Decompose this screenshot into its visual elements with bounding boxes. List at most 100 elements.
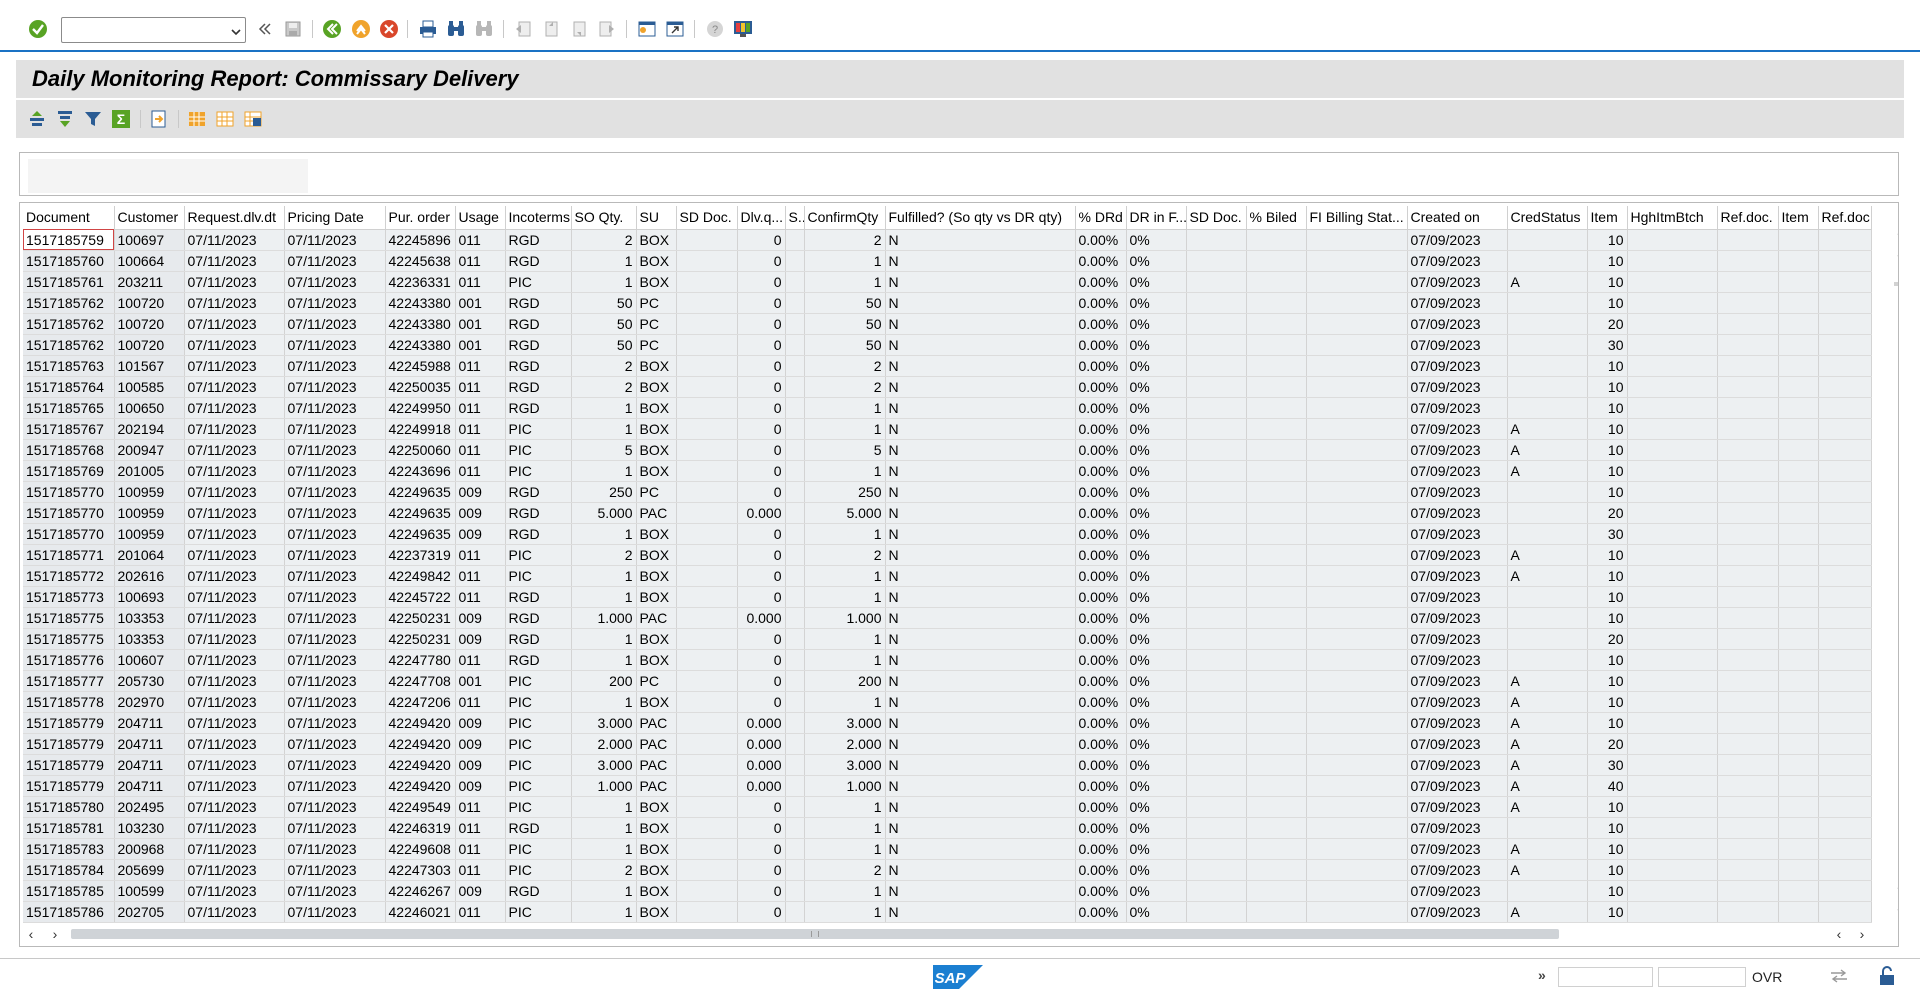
table-cell[interactable]: 1517185770 <box>23 502 115 524</box>
enter-icon[interactable] <box>27 18 49 40</box>
table-cell[interactable] <box>1186 502 1247 524</box>
table-cell[interactable]: PAC <box>636 775 677 797</box>
table-row[interactable]: 1517185770 100959 07/11/2023 07/11/2023 4224… <box>23 481 1872 503</box>
table-cell[interactable]: 0% <box>1126 292 1187 314</box>
table-cell[interactable] <box>1627 817 1718 839</box>
table-cell[interactable]: 103230 <box>114 817 185 839</box>
table-cell[interactable] <box>1778 460 1819 482</box>
table-cell[interactable] <box>1186 712 1247 734</box>
customize-layout-icon[interactable] <box>732 18 754 40</box>
table-cell[interactable]: PAC <box>636 754 677 776</box>
table-cell[interactable]: 10 <box>1587 901 1628 923</box>
table-cell[interactable]: N <box>885 418 1076 440</box>
table-cell[interactable]: 10 <box>1587 418 1628 440</box>
table-cell[interactable] <box>1507 649 1588 671</box>
table-cell[interactable] <box>1778 712 1819 734</box>
sort-descending-icon[interactable] <box>54 108 76 130</box>
table-cell[interactable]: 07/09/2023 <box>1407 460 1508 482</box>
table-cell[interactable] <box>1818 817 1872 839</box>
table-cell[interactable] <box>785 838 805 860</box>
column-header[interactable]: Pur. order <box>385 206 456 230</box>
table-cell[interactable] <box>785 586 805 608</box>
table-cell[interactable]: 07/09/2023 <box>1407 397 1508 419</box>
table-cell[interactable]: 42246021 <box>385 901 456 923</box>
table-cell[interactable]: 009 <box>455 712 506 734</box>
table-cell[interactable] <box>676 565 738 587</box>
table-cell[interactable]: 07/11/2023 <box>184 607 285 629</box>
table-cell[interactable]: 07/11/2023 <box>284 712 386 734</box>
table-cell[interactable]: 1517185770 <box>23 523 115 545</box>
table-row[interactable]: 1517185785 100599 07/11/2023 07/11/2023 4224… <box>23 880 1872 902</box>
table-cell[interactable]: 07/11/2023 <box>184 544 285 566</box>
table-cell[interactable]: 1517185780 <box>23 796 115 818</box>
table-cell[interactable] <box>1818 481 1872 503</box>
table-cell[interactable]: 0.00% <box>1075 523 1127 545</box>
table-cell[interactable]: 0% <box>1126 481 1187 503</box>
table-cell[interactable]: 0% <box>1126 733 1187 755</box>
table-cell[interactable]: 1517185764 <box>23 376 115 398</box>
table-cell[interactable] <box>1717 586 1779 608</box>
table-cell[interactable]: 011 <box>455 439 506 461</box>
column-header[interactable]: Fulfilled? (So qty vs DR qty) <box>885 206 1076 230</box>
table-row[interactable]: 1517185779 204711 07/11/2023 07/11/2023 4224… <box>23 733 1872 755</box>
table-cell[interactable] <box>1778 313 1819 335</box>
table-cell[interactable] <box>1246 418 1307 440</box>
table-cell[interactable]: RGD <box>505 817 572 839</box>
table-cell[interactable]: 07/09/2023 <box>1407 649 1508 671</box>
table-cell[interactable] <box>676 271 738 293</box>
table-cell[interactable] <box>1778 796 1819 818</box>
table-cell[interactable] <box>1306 817 1408 839</box>
table-cell[interactable]: 0 <box>737 250 786 272</box>
table-cell[interactable]: 202705 <box>114 901 185 923</box>
table-cell[interactable]: PC <box>636 481 677 503</box>
table-row[interactable]: 1517185770 100959 07/11/2023 07/11/2023 4224… <box>23 502 1872 524</box>
table-cell[interactable]: N <box>885 628 1076 650</box>
table-cell[interactable]: BOX <box>636 271 677 293</box>
table-cell[interactable]: PAC <box>636 502 677 524</box>
table-cell[interactable]: 42249549 <box>385 796 456 818</box>
table-cell[interactable]: 10 <box>1587 586 1628 608</box>
table-cell[interactable]: 42247780 <box>385 649 456 671</box>
table-row[interactable]: 1517185762 100720 07/11/2023 07/11/2023 4224… <box>23 292 1872 314</box>
table-cell[interactable]: N <box>885 460 1076 482</box>
table-cell[interactable] <box>1717 439 1779 461</box>
table-cell[interactable]: 0 <box>737 586 786 608</box>
table-cell[interactable] <box>1818 292 1872 314</box>
table-cell[interactable]: 1517185770 <box>23 481 115 503</box>
table-cell[interactable] <box>1627 250 1718 272</box>
table-cell[interactable] <box>676 691 738 713</box>
table-cell[interactable] <box>676 628 738 650</box>
table-cell[interactable] <box>1507 817 1588 839</box>
table-cell[interactable]: RGD <box>505 397 572 419</box>
table-cell[interactable]: 07/11/2023 <box>184 334 285 356</box>
table-cell[interactable] <box>1306 796 1408 818</box>
table-cell[interactable] <box>1246 586 1307 608</box>
column-header[interactable]: ConfirmQty <box>804 206 886 230</box>
table-cell[interactable] <box>1717 355 1779 377</box>
table-cell[interactable]: PIC <box>505 712 572 734</box>
table-cell[interactable]: 10 <box>1587 691 1628 713</box>
table-cell[interactable]: 42246267 <box>385 880 456 902</box>
table-cell[interactable] <box>1627 565 1718 587</box>
table-cell[interactable] <box>785 817 805 839</box>
table-cell[interactable]: N <box>885 649 1076 671</box>
table-cell[interactable]: PIC <box>505 859 572 881</box>
table-cell[interactable] <box>676 901 738 923</box>
table-cell[interactable] <box>1818 796 1872 818</box>
column-header[interactable]: S... <box>785 206 805 230</box>
table-cell[interactable]: PIC <box>505 544 572 566</box>
table-cell[interactable]: 0 <box>737 565 786 587</box>
table-cell[interactable]: 07/11/2023 <box>184 649 285 671</box>
table-cell[interactable]: 0% <box>1126 901 1187 923</box>
table-cell[interactable] <box>1306 628 1408 650</box>
table-cell[interactable]: 1 <box>804 397 886 419</box>
table-cell[interactable]: 001 <box>455 292 506 314</box>
table-cell[interactable]: 42243380 <box>385 334 456 356</box>
table-cell[interactable] <box>785 733 805 755</box>
table-cell[interactable] <box>1627 418 1718 440</box>
table-cell[interactable]: 07/11/2023 <box>184 880 285 902</box>
table-cell[interactable]: 42243380 <box>385 313 456 335</box>
table-cell[interactable] <box>1507 586 1588 608</box>
table-cell[interactable] <box>785 439 805 461</box>
table-cell[interactable]: 009 <box>455 481 506 503</box>
